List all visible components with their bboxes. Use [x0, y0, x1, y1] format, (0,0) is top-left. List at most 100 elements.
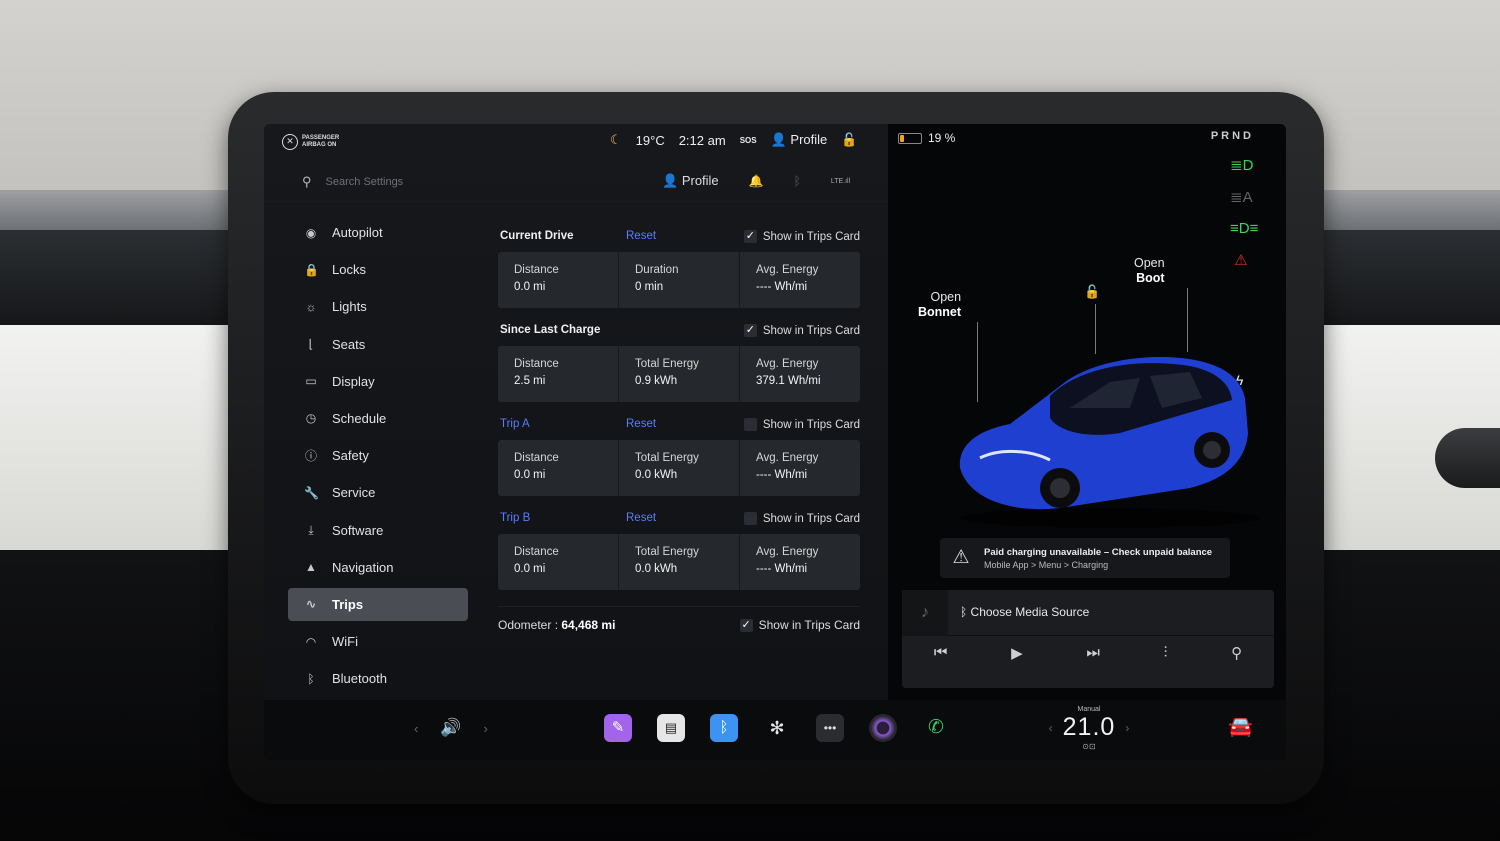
alert-title: Paid charging unavailable – Check unpaid…	[984, 546, 1213, 558]
sidebar-item-software[interactable]: ⤓ Software	[288, 514, 468, 547]
search-settings[interactable]: ⚲	[302, 174, 526, 190]
sidebar-item-navigation[interactable]: ▲ Navigation	[288, 551, 468, 584]
bluetooth-icon[interactable]: ᛒ	[794, 174, 801, 188]
alert-path: Mobile App > Menu > Charging	[984, 559, 1109, 570]
show-in-trips-card-toggle[interactable]: ✓ Show in Trips Card	[743, 230, 860, 243]
next-track-icon[interactable]: ⏭	[1086, 644, 1100, 662]
checkbox-checked-icon[interactable]: ✓	[743, 230, 757, 243]
passenger-airbag-status: ✕ PASSENGER AIRBAG ON	[282, 134, 339, 150]
show-label: Show in Trips Card	[758, 618, 860, 632]
checkbox-checked-icon[interactable]: ✓	[739, 618, 753, 632]
sidebar-item-autopilot[interactable]: ◉ Autopilot	[288, 216, 468, 249]
camera-app-icon[interactable]	[869, 714, 897, 742]
sidebar-item-service[interactable]: 🔧 Service	[288, 476, 468, 509]
sidebar-item-trips[interactable]: ∿ Trips	[288, 587, 468, 621]
volume-control: ‹ 🔊 ›	[414, 718, 488, 738]
stat-value: 0 min	[635, 281, 664, 293]
seatbelt-warning-icon: ⚠	[1234, 252, 1248, 269]
show-in-trips-card-toggle[interactable]: Show in Trips Card	[743, 418, 860, 431]
search-input[interactable]	[325, 176, 526, 188]
odometer-value: 64,468 mi	[561, 618, 616, 632]
reset-button[interactable]: Reset	[626, 230, 656, 242]
stat-label: Total Energy	[635, 358, 699, 370]
show-in-trips-card-toggle[interactable]: ✓ Show in Trips Card	[743, 324, 860, 337]
show-in-trips-card-toggle[interactable]: Show in Trips Card	[743, 512, 860, 525]
profile-button[interactable]: 👤 Profile	[662, 173, 719, 189]
reset-button[interactable]: Reset	[626, 512, 656, 524]
show-in-trips-card-toggle[interactable]: ✓ Show in Trips Card	[739, 618, 860, 632]
odometer: Odometer : 64,468 mi	[498, 618, 615, 632]
fan-icon[interactable]: ✻	[763, 714, 791, 742]
checkbox-unchecked-icon[interactable]	[743, 512, 757, 525]
fog-lights-icon: ≡D≡	[1230, 220, 1259, 237]
app-launcher: ✎ ▤ ᛒ ✻ ••• ✆	[604, 714, 950, 742]
sidebar-item-locks[interactable]: 🔒 Locks	[288, 253, 468, 286]
sidebar-item-bluetooth[interactable]: ᛒ Bluetooth	[288, 662, 468, 695]
lte-label: LTE	[830, 177, 844, 185]
sidebar-item-safety[interactable]: ⓘ Safety	[288, 439, 468, 472]
sidebar-item-schedule[interactable]: ◷ Schedule	[288, 402, 468, 435]
charging-alert[interactable]: ⚠ Paid charging unavailable – Check unpa…	[940, 538, 1230, 578]
show-label: Show in Trips Card	[762, 230, 860, 243]
sidebar-item-label: WiFi	[332, 634, 358, 650]
reset-button[interactable]: Reset	[626, 418, 656, 430]
stat-value: ---- Wh/mi	[756, 469, 808, 481]
speaker-icon[interactable]: 🔊	[440, 718, 461, 738]
volume-up-chevron-icon[interactable]: ›	[484, 721, 488, 736]
stat-cell: Avg. Energy ---- Wh/mi	[740, 440, 860, 496]
settings-panel: ✕ PASSENGER AIRBAG ON ☾ 19°C 2:12 am SOS…	[264, 124, 888, 700]
trips-icon: ∿	[305, 597, 317, 612]
headlights-icon: ≣D	[1230, 157, 1254, 174]
trips-content: Current Drive Reset ✓ Show in Trips Card …	[498, 224, 860, 636]
battery-status: 19 %	[898, 131, 955, 145]
bluetooth-app-icon[interactable]: ᛒ	[710, 714, 738, 742]
stat-cell: Avg. Energy ---- Wh/mi	[740, 534, 860, 590]
trip-stats-card: Distance 0.0 mi Total Energy 0.0 kWh Avg. …	[498, 534, 860, 590]
bell-icon[interactable]: 🔔	[749, 174, 764, 188]
car-model-image[interactable]	[940, 338, 1270, 528]
sidebar-item-display[interactable]: ▭ Display	[288, 365, 468, 398]
show-label: Show in Trips Card	[762, 512, 860, 525]
sidebar-item-lights[interactable]: ☼ Lights	[288, 290, 468, 323]
trip-section-trip-a: Trip A Reset Show in Trips Card Distance…	[498, 412, 860, 496]
temp-down-chevron-icon[interactable]: ‹	[1049, 721, 1053, 735]
wifi-icon: ◠	[305, 634, 317, 649]
seat-heater-icons[interactable]: ⊙⊡	[1044, 742, 1134, 751]
phone-icon[interactable]: ✆	[922, 714, 950, 742]
open-boot-button[interactable]: Open Boot	[1134, 256, 1165, 286]
alert-circle-icon: ⓘ	[304, 449, 317, 464]
sidebar-item-seats[interactable]: ⌊ Seats	[288, 328, 468, 361]
checkbox-unchecked-icon[interactable]	[743, 418, 757, 431]
open-boot-line1: Open	[1134, 256, 1165, 270]
previous-track-icon[interactable]: ⏮	[934, 644, 948, 662]
choose-media-source-button[interactable]: ᛒ Choose Media Source	[960, 605, 1089, 619]
checkbox-checked-icon[interactable]: ✓	[743, 324, 757, 337]
sos-button[interactable]: SOS	[740, 136, 757, 145]
play-icon[interactable]: ▶	[1011, 644, 1023, 662]
unlock-car-icon[interactable]: 🔓	[1084, 284, 1100, 300]
stat-value: 0.0 mi	[514, 281, 546, 293]
clock-icon: ◷	[305, 411, 317, 426]
volume-down-chevron-icon[interactable]: ‹	[414, 721, 418, 736]
temp-up-chevron-icon[interactable]: ›	[1125, 721, 1129, 735]
outside-temperature: 19°C	[635, 132, 665, 148]
night-moon-icon: ☾	[610, 132, 622, 147]
unlock-icon[interactable]: 🔓	[841, 132, 857, 148]
sidebar-item-label: Trips	[332, 596, 364, 612]
stat-cell: Distance 0.0 mi	[498, 440, 619, 496]
notes-app-icon[interactable]: ✎	[604, 714, 632, 742]
open-bonnet-button[interactable]: Open Bonnet	[918, 290, 961, 320]
more-apps-icon[interactable]: •••	[816, 714, 844, 742]
seat-icon: ⌊	[308, 337, 314, 352]
touchscreen: ✕ PASSENGER AIRBAG ON ☾ 19°C 2:12 am SOS…	[264, 124, 1286, 760]
section-title: Since Last Charge	[500, 324, 601, 336]
calendar-app-icon[interactable]: ▤	[657, 714, 685, 742]
equalizer-icon[interactable]: ⫶	[1164, 644, 1168, 662]
cabin-temperature[interactable]: 21.0	[1063, 713, 1116, 742]
profile-status[interactable]: 👤 Profile	[771, 132, 828, 148]
stat-label: Distance	[514, 264, 559, 276]
sidebar-item-wifi[interactable]: ◠ WiFi	[288, 625, 468, 658]
car-controls-icon[interactable]: 🚘	[1228, 714, 1253, 739]
search-icon[interactable]: ⚲	[1231, 644, 1242, 662]
open-bonnet-line2: Bonnet	[918, 305, 962, 319]
